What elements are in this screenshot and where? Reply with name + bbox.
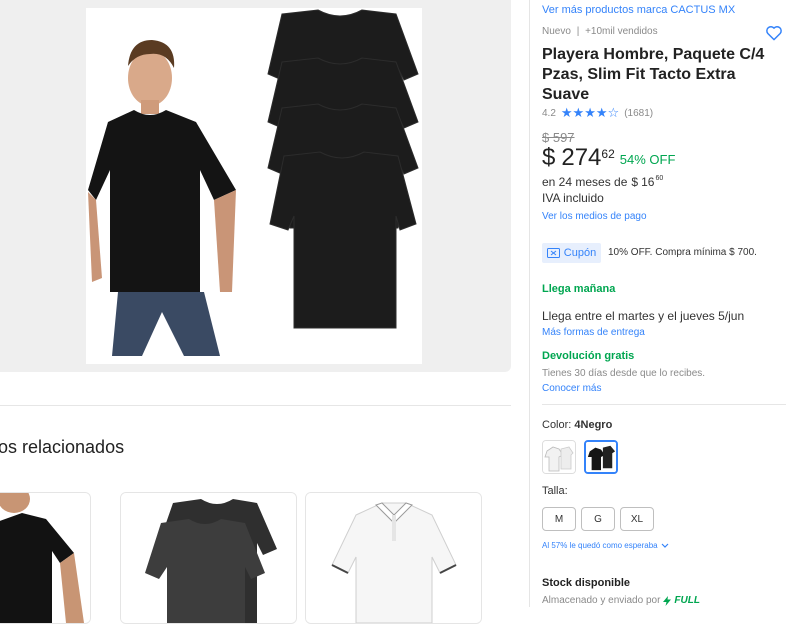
- color-value: 4Negro: [574, 419, 613, 431]
- rating-value: 4.2: [542, 107, 556, 119]
- condition-text: Nuevo: [542, 26, 571, 37]
- related-product-image: [121, 493, 296, 623]
- color-label: Color:: [542, 419, 572, 431]
- price-cents: 62: [601, 147, 615, 161]
- related-product-card[interactable]: [305, 492, 482, 624]
- chevron-down-icon: [661, 543, 669, 548]
- coupon-icon: [546, 248, 560, 258]
- delivery-title: Llega mañana: [542, 283, 616, 295]
- return-info-link[interactable]: Conocer más: [542, 383, 601, 394]
- price-currency: $: [542, 144, 556, 171]
- section-divider: [0, 405, 511, 406]
- discount-badge: 54% OFF: [619, 152, 676, 167]
- size-label: Talla:: [542, 485, 568, 497]
- rating-row[interactable]: 4.2 ★★★★☆ (1681): [542, 105, 653, 121]
- coupon-label: Cupón: [563, 247, 597, 259]
- size-option-g[interactable]: G: [581, 507, 615, 531]
- color-swatch-white[interactable]: [542, 440, 576, 474]
- product-title: Playera Hombre, Paquete C/4 Pzas, Slim F…: [542, 46, 765, 103]
- return-title: Devolución gratis: [542, 350, 635, 362]
- return-text: Tienes 30 días desde que lo recibes.: [542, 368, 706, 379]
- delivery-options-link[interactable]: Más formas de entrega: [542, 327, 645, 338]
- current-price: $ 274 62 54% OFF: [542, 144, 675, 172]
- color-swatch-black[interactable]: [584, 440, 618, 474]
- size-option-xl[interactable]: XL: [620, 507, 654, 531]
- swatch-black-image: [586, 442, 616, 472]
- delivery-text: Llega entre el martes y el jueves 5/jun: [542, 309, 745, 323]
- installment-integer: 16: [641, 175, 655, 189]
- review-count: (1681): [624, 107, 654, 119]
- stock-title: Stock disponible: [542, 577, 631, 589]
- brand-link[interactable]: Ver más productos marca CACTUS MX: [542, 4, 735, 16]
- sold-count: +10mil vendidos: [585, 26, 658, 37]
- related-product-card[interactable]: [120, 492, 297, 624]
- product-main-image: [86, 8, 422, 364]
- favorite-heart-icon[interactable]: [765, 24, 783, 41]
- price-integer: 274: [561, 144, 602, 171]
- related-product-card[interactable]: [0, 492, 91, 624]
- coupon-text: 10% OFF. Compra mínima $ 700.: [608, 247, 757, 258]
- info-divider: [542, 404, 786, 405]
- original-price: $ 597: [542, 130, 575, 145]
- rating-stars-icon: ★★★★☆: [560, 105, 620, 120]
- swatch-white-image: [543, 441, 575, 473]
- fit-feedback-link[interactable]: Al 57% le quedó como esperaba: [542, 541, 669, 550]
- related-products-title: os relacionados: [0, 437, 125, 457]
- coupon-badge[interactable]: Cupón: [542, 243, 601, 263]
- color-row: Color: 4Negro: [542, 419, 612, 431]
- product-left-panel: os relacionados: [0, 0, 530, 624]
- lightning-icon: [663, 595, 672, 606]
- iva-text: IVA incluido: [542, 191, 604, 205]
- installment-cents: 60: [655, 175, 664, 182]
- installments-prefix: en 24 meses de: [542, 175, 628, 189]
- fit-feedback-text: Al 57% le quedó como esperaba: [542, 541, 658, 550]
- related-product-image: [0, 493, 90, 623]
- product-info-panel: Ver más productos marca CACTUS MX Nuevo …: [530, 0, 800, 607]
- full-badge: FULL: [674, 595, 700, 606]
- condition-sold-line: Nuevo | +10mil vendidos: [542, 26, 658, 37]
- related-product-image: [306, 493, 481, 623]
- fulfillment-text: Almacenado y enviado por: [542, 595, 661, 606]
- payment-methods-link[interactable]: Ver los medios de pago: [542, 211, 647, 222]
- installments-line: en 24 meses de $ 16 60: [542, 175, 663, 189]
- installment-currency: $: [631, 175, 639, 189]
- size-option-m[interactable]: M: [542, 507, 576, 531]
- product-gallery[interactable]: [0, 0, 511, 372]
- fulfillment-line: Almacenado y enviado por FULL: [542, 595, 700, 606]
- separator: |: [576, 26, 580, 37]
